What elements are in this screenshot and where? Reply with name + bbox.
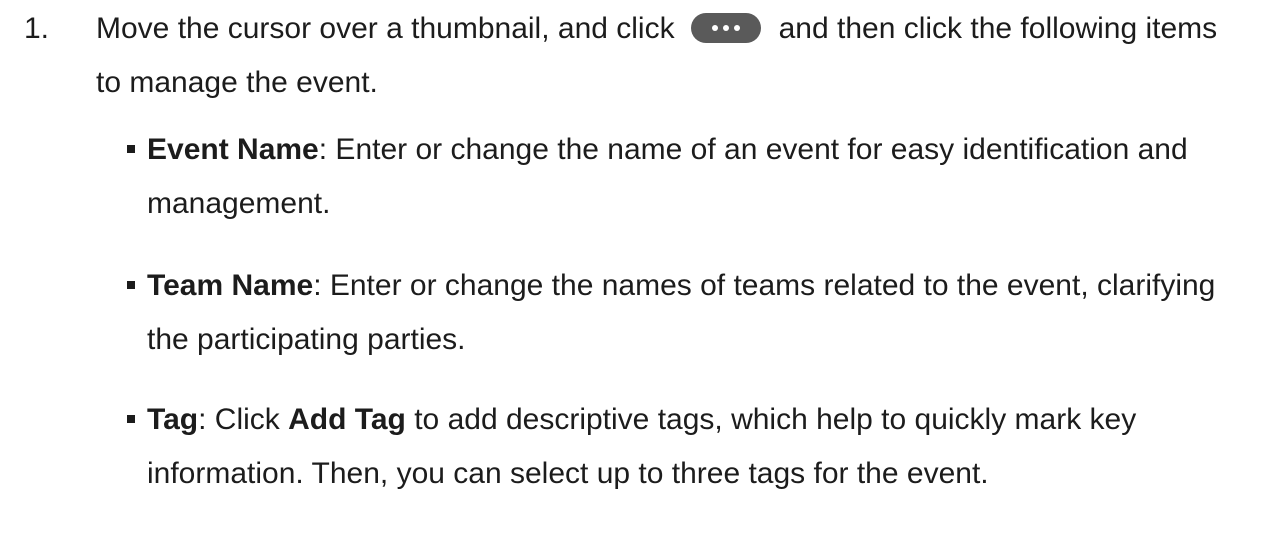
list-item-term: Tag (147, 403, 199, 436)
list-item-text: Event Name: Enter or change the name of … (147, 123, 1262, 231)
square-bullet-icon (127, 281, 135, 289)
list-item-text: Tag: Click Add Tag to add descriptive ta… (147, 393, 1262, 501)
more-options-dot (722, 25, 729, 31)
square-bullet-icon (127, 415, 135, 423)
add-tag-action-label: Add Tag (288, 403, 406, 436)
more-options-icon (690, 13, 761, 43)
more-options-dot (733, 25, 740, 31)
list-item-separator: : (318, 133, 328, 166)
step-number: 1. (24, 12, 50, 45)
list-item-term: Event Name (147, 133, 319, 166)
square-bullet-icon (127, 145, 135, 153)
step-text-before-icon: Move the cursor over a thumbnail, and cl… (96, 12, 675, 45)
more-options-dot (711, 25, 718, 31)
list-item-separator: : (313, 269, 322, 302)
step-instruction: Move the cursor over a thumbnail, and cl… (96, 2, 1246, 110)
list-item-description: Click (206, 403, 289, 436)
list-item-term: Team Name (147, 269, 314, 302)
list-item-text: Team Name: Enter or change the names of … (147, 259, 1262, 367)
